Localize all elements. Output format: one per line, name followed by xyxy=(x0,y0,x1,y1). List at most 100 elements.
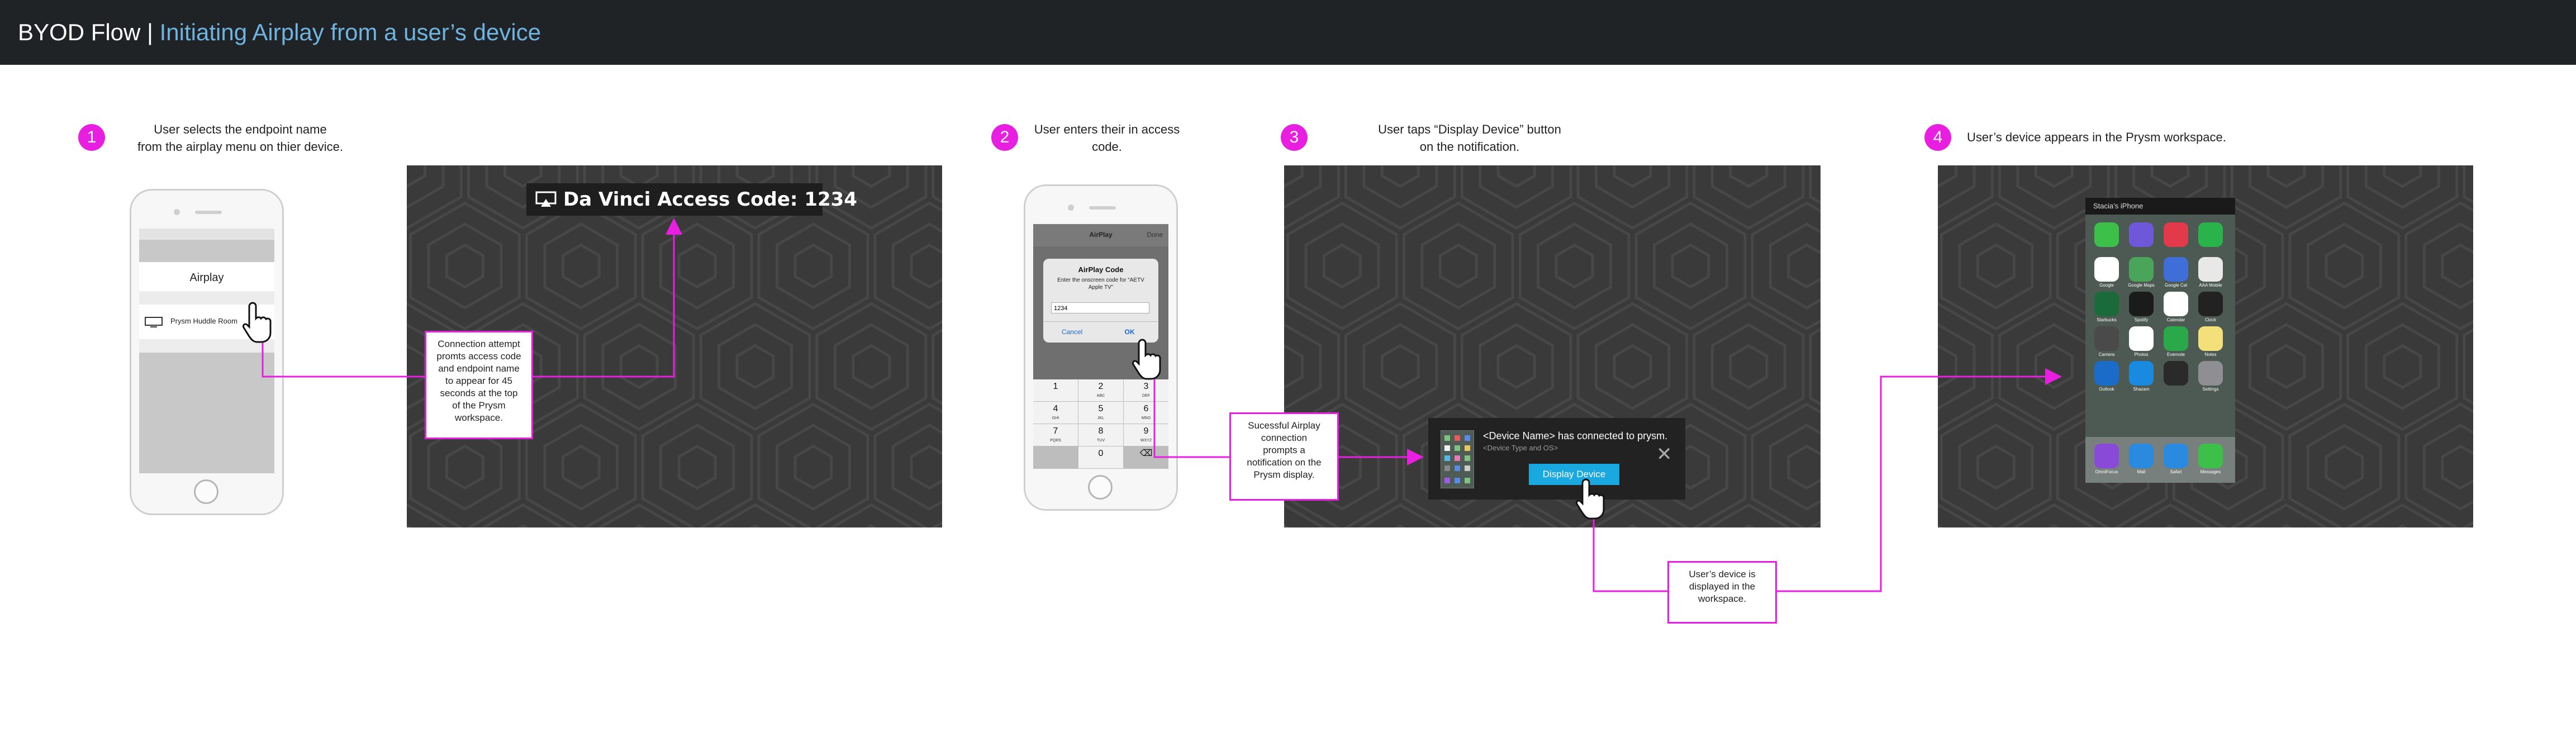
key-digit: 6 xyxy=(1143,404,1149,413)
keypad-key[interactable]: 9 WXYZ xyxy=(1124,424,1168,446)
hex-outline xyxy=(1693,165,1805,230)
hex-outline xyxy=(699,302,811,431)
app-label: Spotify xyxy=(2134,317,2149,322)
key-digit: ⌫ xyxy=(1139,449,1153,458)
app-icon[interactable] xyxy=(2164,361,2188,386)
hex-outline xyxy=(2441,444,2473,490)
key-letters: MNO xyxy=(1141,416,1151,420)
connector-phone1-to-callout xyxy=(262,335,425,378)
app-icon[interactable] xyxy=(2164,222,2188,247)
hex-outline xyxy=(1474,503,1558,527)
app-icon[interactable] xyxy=(2164,326,2188,351)
hex-outline xyxy=(2266,165,2306,188)
app-label: Calendar xyxy=(2166,317,2185,322)
keypad-key[interactable]: 2 ABC xyxy=(1078,379,1123,401)
key-digit: 8 xyxy=(1098,426,1104,436)
app-icon[interactable] xyxy=(2094,361,2119,386)
nav-bar: AirPlay Done xyxy=(1033,224,1168,246)
app-icon[interactable] xyxy=(2198,222,2223,247)
keypad-key[interactable] xyxy=(1033,446,1078,468)
app-icon[interactable] xyxy=(2094,222,2119,247)
app-label: Settings xyxy=(2202,387,2219,392)
callout-notification: Sucessful Airplay connection prompts a n… xyxy=(1229,412,1339,501)
notification-subtitle: <Device Type and OS> xyxy=(1483,444,1558,452)
ok-button[interactable]: OK xyxy=(1101,321,1158,343)
callout-1-line: to appear for 45 xyxy=(445,375,513,386)
dock-app-icon[interactable] xyxy=(2129,444,2154,468)
keypad-key[interactable]: ⌫ xyxy=(1124,446,1168,468)
hex-outline xyxy=(1380,165,1420,188)
app-icon[interactable] xyxy=(2164,257,2188,282)
cancel-button[interactable]: Cancel xyxy=(1043,321,1101,343)
app-icon[interactable] xyxy=(2094,257,2119,282)
key-digit: 9 xyxy=(1143,426,1149,436)
header-bar: BYOD Flow | Initiating Airplay from a us… xyxy=(0,0,2576,65)
app-icon[interactable] xyxy=(2094,292,2119,316)
speaker-slot xyxy=(195,211,222,214)
app-icon[interactable] xyxy=(2129,292,2154,316)
hex-outline xyxy=(2397,524,2408,527)
title-main: BYOD Flow | xyxy=(18,19,160,45)
hex-outline xyxy=(1479,323,1555,410)
hex-outline xyxy=(2307,424,2382,511)
app-label: Camera xyxy=(2098,352,2115,357)
keypad-key[interactable]: 7 PQRS xyxy=(1033,424,1078,446)
app-icon[interactable] xyxy=(2129,222,2154,247)
hex-outline xyxy=(1438,243,1478,289)
dock-app-icon[interactable] xyxy=(2164,444,2188,468)
hex-outline xyxy=(1729,165,1769,188)
close-icon[interactable]: ✕ xyxy=(1656,445,1672,464)
keypad-key[interactable]: 5 JKL xyxy=(1078,402,1123,424)
display-device-button[interactable]: Display Device xyxy=(1529,464,1619,485)
app-icon[interactable] xyxy=(2129,326,2154,351)
hex-outline xyxy=(931,165,942,204)
keypad-key[interactable]: 3 DEF xyxy=(1124,379,1168,401)
home-button[interactable] xyxy=(194,479,218,504)
keypad-key[interactable]: 0 xyxy=(1078,446,1123,468)
step-1-caption: User selects the endpoint name from the a… xyxy=(112,121,369,155)
callout-2-line: Prysm display. xyxy=(1253,469,1315,480)
device-thumbnail xyxy=(1441,430,1474,488)
app-icon[interactable] xyxy=(2198,257,2223,282)
page-title: BYOD Flow | Initiating Airplay from a us… xyxy=(18,19,541,46)
app-icon[interactable] xyxy=(2198,292,2223,316)
app-label: Notes xyxy=(2204,352,2217,357)
hex-outline xyxy=(1940,201,2052,331)
home-button[interactable] xyxy=(1088,475,1113,500)
app-label: Google xyxy=(2099,283,2114,288)
tv-icon xyxy=(145,317,163,327)
app-icon[interactable] xyxy=(2198,326,2223,351)
device-list-item[interactable]: Prysm Huddle Room xyxy=(139,305,274,339)
app-icon[interactable] xyxy=(2198,361,2223,386)
app-label: Photos xyxy=(2134,352,2149,357)
dock-app-icon[interactable] xyxy=(2094,444,2119,468)
app-icon[interactable] xyxy=(2164,292,2188,316)
hex-outline xyxy=(543,424,619,511)
hex-outline xyxy=(445,243,484,289)
hex-outline xyxy=(2463,165,2473,204)
step-3-caption-line1: User taps “Display Device” button xyxy=(1378,122,1561,136)
nav-done[interactable]: Done xyxy=(1147,231,1163,239)
hex-outline xyxy=(815,302,928,431)
keypad-key[interactable]: 6 MNO xyxy=(1124,402,1168,424)
key-digit: 4 xyxy=(1053,404,1058,413)
numeric-keypad: 1 2 ABC 3 DEF 4 GHI 5 JKL 6 MNO 7 PQRS 8 TUV 9 WXYZ 0 ⌫ xyxy=(1033,379,1168,469)
step-4-badge: 4 xyxy=(1924,124,1951,151)
phone-2: AirPlay Done AirPlay Code Enter the onsc… xyxy=(1024,184,1178,511)
hex-outline xyxy=(583,302,695,431)
code-input[interactable]: 1234 xyxy=(1051,302,1149,313)
app-icon[interactable] xyxy=(2094,326,2119,351)
hex-outline xyxy=(1420,222,1496,310)
hex-outline xyxy=(1284,524,1290,527)
app-icon[interactable] xyxy=(2129,257,2154,282)
keypad-key[interactable]: 4 GHI xyxy=(1033,402,1078,424)
hex-outline xyxy=(1938,524,1944,527)
app-label: Shazam xyxy=(2133,387,2150,392)
hex-outline xyxy=(427,222,503,310)
device-owner-label: Stacia’s iPhone xyxy=(2085,198,2235,215)
dock-app-icon[interactable] xyxy=(2198,444,2223,468)
keypad-key[interactable]: 1 xyxy=(1033,379,1078,401)
callout-1-line: Connection attempt xyxy=(438,339,520,349)
keypad-key[interactable]: 8 TUV xyxy=(1078,424,1123,446)
app-icon[interactable] xyxy=(2129,361,2154,386)
